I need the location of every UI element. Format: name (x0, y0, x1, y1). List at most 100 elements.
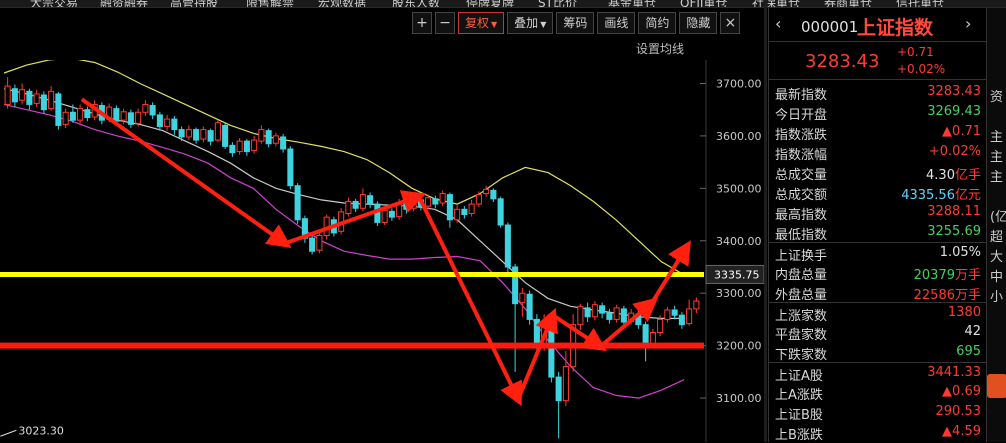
quote-row: 最高指数 3288.11 (769, 202, 987, 223)
quote-number: 4335.56 (901, 188, 955, 203)
top-nav-item[interactable]: ST比价 (538, 0, 577, 7)
candle-body (265, 130, 272, 145)
candle-body (77, 108, 84, 121)
candle-body (193, 129, 200, 141)
side-panel-label: 主 (990, 130, 1004, 145)
zoom-in-button[interactable]: + (412, 12, 432, 34)
top-nav-item[interactable]: 高管持股 (170, 0, 218, 7)
quote-unit: 亿元 (954, 188, 981, 203)
prev-stock-button[interactable]: ‹ (775, 14, 781, 33)
top-nav-bar: 大宗交易 融资融券 高管持股 限售解禁 宏观数据 股东人数 停牌复牌 ST比价 基金重仓 QFII… (0, 0, 1006, 8)
quote-value: ▲4.59 (942, 424, 981, 439)
quote-number: 3283.43 (927, 84, 981, 99)
close-icon[interactable]: × (720, 12, 741, 34)
quote-label: 最新指数 (775, 88, 828, 103)
candle-body (316, 235, 323, 251)
candle-body (120, 111, 127, 121)
quote-unit: 万手 (954, 288, 981, 303)
candle-body (475, 194, 482, 205)
quote-value: 1.05% (940, 245, 981, 260)
quote-unit: 万手 (954, 268, 981, 283)
quote-label: 上B涨跌 (775, 428, 823, 443)
app-badge-icon[interactable] (987, 374, 1006, 398)
candle-body (258, 129, 265, 142)
candle-body (381, 209, 388, 223)
quote-number: 1380 (947, 305, 981, 320)
zoom-out-button[interactable]: − (435, 12, 455, 34)
top-nav-item[interactable]: 融资融券 (100, 0, 148, 7)
quote-label: 总成交量 (775, 168, 828, 183)
candle-body (229, 144, 236, 154)
quote-row: 上证A股 3441.33 (769, 362, 987, 384)
quote-number: 695 (956, 344, 981, 359)
top-nav-item[interactable]: 停牌复牌 (466, 0, 514, 7)
chips-button[interactable]: 筹码 (556, 12, 595, 34)
y-tick-label: 3400.00 (716, 235, 762, 248)
quote-value: ▲0.69 (942, 384, 981, 399)
quote-label: 下跌家数 (775, 348, 828, 363)
candle-body (84, 109, 91, 119)
candle-body (367, 195, 374, 205)
last-price: 3283.43 (805, 51, 880, 72)
top-nav-item[interactable]: QFII重仓 (680, 0, 727, 7)
candle-body (69, 111, 76, 121)
moving-average-line (3, 60, 685, 276)
top-nav-item[interactable]: 股东人数 (392, 0, 440, 7)
candle-body (461, 208, 468, 216)
quote-label: 最高指数 (775, 208, 828, 223)
y-tick-label: 3700.00 (716, 77, 762, 90)
candle-body (678, 314, 685, 326)
index-name: 上证指数 (857, 17, 934, 39)
quote-row: 平盘家数 42 (769, 322, 987, 343)
candle-body (468, 203, 475, 214)
draw-line-button[interactable]: 画线 (597, 12, 636, 34)
y-tick-label: 3600.00 (716, 130, 762, 143)
quote-number: 20379 (913, 268, 955, 283)
top-nav-item[interactable]: 信托重仓 (896, 0, 944, 7)
top-nav-item[interactable]: 大宗交易 (30, 0, 78, 7)
quote-row: 今日开盘 3269.43 (769, 102, 987, 123)
y-tick-label: 3100.00 (716, 392, 762, 405)
quote-row: 下跌家数 695 (769, 342, 987, 363)
candle-body (55, 93, 62, 126)
kline-chart[interactable]: 3100.00 3200.00 3300.00 3400.00 3500.00 3600.… (0, 60, 764, 442)
candle-body (620, 308, 627, 323)
quote-value: 3255.69 (927, 224, 981, 239)
quote-value: 4.30亿手 (926, 164, 981, 183)
y-tick-label: 3500.00 (716, 182, 762, 195)
quote-row: 最低指数 3255.69 (769, 222, 987, 243)
quote-number: 42 (964, 324, 981, 339)
top-nav-item[interactable]: 基金重仓 (608, 0, 656, 7)
candle-body (164, 118, 171, 127)
hide-button[interactable]: 隐藏 (679, 12, 718, 34)
candle-body (483, 188, 490, 195)
candle-body (345, 200, 352, 214)
candle-body (236, 140, 243, 153)
candle-body (294, 185, 301, 221)
candle-body (599, 305, 606, 314)
brief-button[interactable]: 简约 (638, 12, 677, 34)
trend-arrow (551, 313, 607, 352)
candle-body (657, 318, 664, 334)
candle-body (446, 194, 453, 221)
quote-value: +0.02% (929, 144, 981, 159)
top-nav-item[interactable]: 券商重仓 (824, 0, 872, 7)
quote-row: 内盘总量 20379万手 (769, 262, 987, 283)
ma-settings-link[interactable]: 设置均线 (636, 40, 684, 57)
quote-row: 上涨家数 1380 (769, 302, 987, 324)
price-block: 3283.43 +0.71 +0.02% (769, 42, 986, 80)
next-stock-button[interactable]: › (965, 14, 971, 33)
candle-body (26, 90, 33, 105)
top-nav-item[interactable]: 限售解禁 (246, 0, 294, 7)
top-nav-item[interactable]: 宏观数据 (318, 0, 366, 7)
quote-unit: 亿手 (954, 168, 981, 183)
side-panel-label: 主 (990, 150, 1004, 165)
top-nav-item[interactable]: 社保重仓 (752, 0, 800, 7)
overlay-button[interactable]: 叠加 ▼ (507, 12, 554, 34)
quote-row: 指数涨跌 ▲0.71 (769, 122, 987, 143)
candle-body (251, 139, 258, 152)
low-marker-label: 3023.30 (18, 424, 64, 437)
adjust-button[interactable]: 复权 ▼ (458, 12, 505, 34)
quote-value: 3269.43 (927, 104, 981, 119)
caret-down-icon: ▼ (540, 20, 547, 29)
